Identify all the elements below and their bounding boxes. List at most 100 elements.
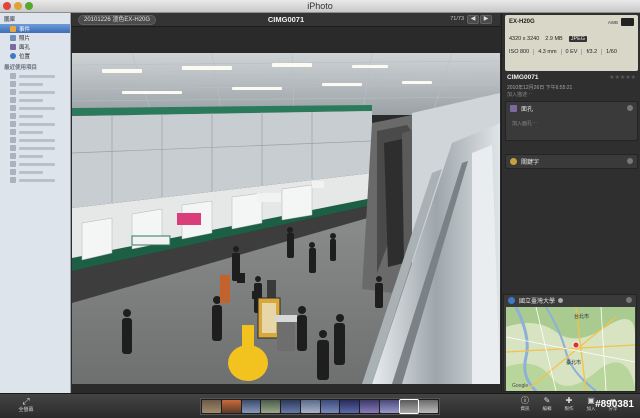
album-icon [10, 153, 16, 159]
places-header[interactable]: 國立臺灣大學 [504, 295, 636, 306]
recent-item[interactable] [0, 152, 70, 160]
album-icon [10, 145, 16, 151]
sidebar-item-places[interactable]: 位置 [0, 51, 70, 60]
sidebar-item-events[interactable]: 事件 [0, 24, 70, 33]
recent-item[interactable] [0, 144, 70, 152]
album-icon [10, 97, 16, 103]
create-label: 製作 [564, 406, 574, 411]
iso: ISO 800 [509, 49, 535, 55]
album-icon [10, 105, 16, 111]
keywords-header[interactable]: 關鍵字 [506, 155, 637, 168]
faces-label: 面孔 [521, 107, 534, 113]
chevron-right-icon[interactable] [627, 105, 633, 111]
edit-button[interactable]: ✎ 編輯 [536, 396, 558, 412]
sidebar-item-photos[interactable]: 照片 [0, 33, 70, 42]
recent-item[interactable] [0, 80, 70, 88]
recent-item[interactable] [0, 120, 70, 128]
camera-mode-icon [621, 18, 634, 26]
metro-station-photo [72, 53, 500, 384]
add-faces-field[interactable]: 加入面孔⋯ [506, 115, 637, 127]
bottom-toolbar: ⤢ 全螢幕 ⓘ 資訊 ✎ 編輯 ✚ 製作 ▣ 加入 ➦ 分享 [0, 393, 640, 418]
viewer-top-bar: 20101226 渣色EX-H20G CIMG0071 71/73 ◀ ▶ [72, 13, 500, 27]
album-icon [10, 129, 16, 135]
edit-icon: ✎ [543, 396, 551, 405]
filmstrip-thumbnail[interactable] [241, 400, 261, 413]
location-map[interactable]: Google 台北市 臺北市 [506, 307, 635, 391]
faces-header[interactable]: 面孔 [506, 102, 637, 115]
sidebar-item-label: 照片 [19, 35, 31, 42]
faces-icon [510, 105, 517, 112]
photo-viewer: 20101226 渣色EX-H20G CIMG0071 71/73 ◀ ▶ [72, 13, 500, 393]
resolution: 4320 x 3240 [509, 36, 540, 42]
recent-item[interactable] [0, 96, 70, 104]
album-icon [10, 177, 16, 183]
map-image: Google [506, 307, 635, 391]
album-icon [10, 121, 16, 127]
fullscreen-button[interactable]: ⤢ 全螢幕 [14, 396, 38, 413]
recent-item[interactable] [0, 72, 70, 80]
info-icon: ⓘ [521, 396, 529, 405]
info-button[interactable]: ⓘ 資訊 [514, 396, 536, 412]
location-pin-icon [572, 341, 580, 349]
watermark-text: #890381 [595, 399, 634, 410]
iphoto-window: iPhoto 圖庫 事件 照片 面孔 位置 最近使用項目 20101226 渣色… [0, 0, 640, 418]
sidebar: 圖庫 事件 照片 面孔 位置 最近使用項目 [0, 13, 71, 393]
sidebar-item-label: 事件 [19, 26, 31, 33]
fullscreen-icon: ⤢ [22, 396, 30, 406]
filmstrip-thumbnail[interactable] [202, 400, 221, 413]
filmstrip-thumbnail[interactable] [261, 400, 280, 413]
photo-count: 71/73 [450, 16, 464, 22]
arrow-circle-icon[interactable] [558, 298, 564, 303]
recent-item[interactable] [0, 88, 70, 96]
filmstrip-thumbnail[interactable] [379, 400, 399, 413]
album-icon [10, 81, 16, 87]
create-button[interactable]: ✚ 製作 [558, 396, 580, 412]
album-icon [10, 161, 16, 167]
recent-item[interactable] [0, 168, 70, 176]
filmstrip-thumbnail[interactable] [281, 400, 300, 413]
main-photo[interactable] [72, 53, 500, 384]
filmstrip[interactable] [200, 398, 440, 415]
focal-length: 4.3 mm [534, 49, 562, 55]
exposure-bias: 0 EV [562, 49, 583, 55]
description-field[interactable]: 加入描述⋯ [507, 91, 532, 98]
aperture: f/3.2 [582, 49, 603, 55]
chevron-right-icon[interactable] [627, 158, 633, 164]
filmstrip-thumbnail[interactable] [221, 400, 241, 413]
shutter-speed: 1/60 [606, 49, 617, 55]
file-size: 2.9 MB [545, 36, 563, 42]
recent-item[interactable] [0, 176, 70, 184]
recent-item[interactable] [0, 160, 70, 168]
recent-item[interactable] [0, 112, 70, 120]
svg-text:Google: Google [512, 383, 528, 389]
sidebar-item-label: 面孔 [19, 44, 31, 51]
previous-photo-button[interactable]: ◀ [467, 15, 479, 24]
sidebar-item-faces[interactable]: 面孔 [0, 42, 70, 51]
recent-item[interactable] [0, 104, 70, 112]
filmstrip-thumbnail[interactable] [419, 400, 438, 413]
globe-icon [508, 297, 515, 304]
keywords-label: 關鍵字 [521, 160, 540, 166]
filmstrip-thumbnail[interactable] [320, 400, 340, 413]
photo-date[interactable]: 2010年12月26日 下午6:55:21 [507, 84, 572, 91]
fullscreen-label: 全螢幕 [18, 407, 34, 413]
info-label: 資訊 [520, 406, 530, 411]
photo-title: CIMG0071 [267, 15, 305, 24]
white-balance: AWB [607, 20, 618, 25]
faces-icon [10, 43, 16, 50]
filmstrip-thumbnail[interactable] [360, 400, 379, 413]
next-photo-button[interactable]: ▶ [480, 15, 492, 24]
faces-section[interactable]: 面孔 加入面孔⋯ [505, 101, 638, 141]
filmstrip-thumbnail[interactable] [398, 399, 420, 414]
recent-item[interactable] [0, 128, 70, 136]
chevron-right-icon[interactable] [626, 297, 632, 303]
filmstrip-thumbnail[interactable] [300, 400, 320, 413]
places-section[interactable]: 國立臺灣大學 Google 台北市 臺北市 [503, 294, 637, 392]
recent-item[interactable] [0, 136, 70, 144]
library-header: 圖庫 [4, 17, 16, 23]
exif-panel: EX-H20G AWB 4320 x 3240 2.9 MB JPEG ISO … [505, 15, 638, 71]
photo-name-field[interactable]: CIMG0071 [507, 74, 538, 81]
filmstrip-thumbnail[interactable] [340, 400, 359, 413]
keywords-section[interactable]: 關鍵字 [505, 154, 638, 169]
rating-stars[interactable]: ★★★★★ [609, 74, 636, 81]
